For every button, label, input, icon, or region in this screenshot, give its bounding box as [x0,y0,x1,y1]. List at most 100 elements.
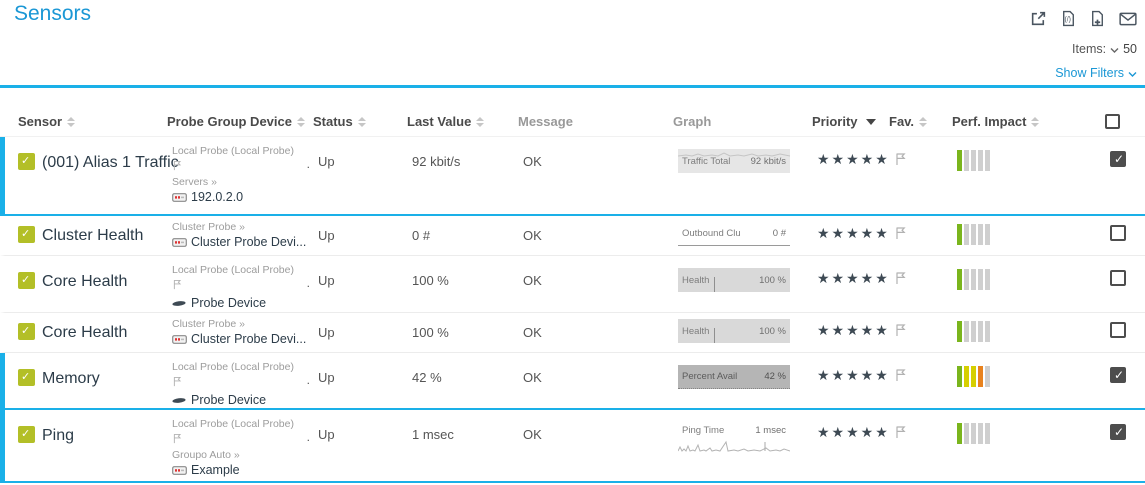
device-link[interactable]: Probe Device [172,394,312,407]
select-all-checkbox[interactable] [1105,114,1120,129]
chevron-down-icon [1128,66,1137,80]
priority-stars[interactable]: ★★★★★ [817,256,894,312]
perf-bar-gray [964,423,969,444]
checkbox-cell [1110,137,1145,214]
row-checkbox[interactable] [1110,322,1126,338]
graph-cell[interactable]: Ping Time 1 msec [678,410,817,481]
xml-export-icon[interactable]: (/) [1061,10,1076,27]
perf-bar-gray [971,423,976,444]
show-filters-toggle[interactable]: Show Filters [1055,66,1137,80]
sort-desc-icon [866,119,876,125]
priority-stars[interactable]: ★★★★★ [817,353,894,408]
perf-bar-orange [978,366,983,387]
favorite-flag-icon[interactable] [894,137,957,214]
perf-impact-bars [957,216,1110,255]
probe-name[interactable]: Local Probe (Local Probe) [172,145,312,158]
perf-impact-bars [957,410,1110,481]
sensor-name: (001) Alias 1 Traffic [42,153,179,172]
sensor-cell[interactable]: Core Health [5,256,172,312]
column-header-fav[interactable]: Fav. [889,114,952,129]
sensor-graph: Ping Time 1 msec [678,422,790,452]
column-label: Last Value [407,114,471,129]
priority-stars[interactable]: ★★★★★ [817,410,894,481]
sensor-graph: Percent Avail 42 % [678,365,790,389]
device-link[interactable]: Example [172,464,312,477]
table-row: Memory Local Probe (Local Probe) . Probe… [0,353,1145,410]
favorite-flag-icon[interactable] [894,353,957,408]
perf-bar-yellow [971,366,976,387]
sensor-cell[interactable]: Ping [5,410,172,481]
last-value-cell: 92 kbit/s [412,137,523,214]
row-checkbox[interactable] [1110,367,1126,383]
probe-name[interactable]: Local Probe (Local Probe) [172,264,312,277]
last-value-cell: 100 % [412,256,523,312]
column-header-message: Message [518,114,673,129]
column-label: Probe Group Device [167,114,292,129]
row-checkbox[interactable] [1110,424,1126,440]
graph-cell[interactable]: Outbound Clu 0 # [678,216,817,255]
perf-bar-gray [985,224,990,245]
group-name[interactable]: Groupo Auto » [172,449,312,462]
probe-suffix: . [307,158,310,171]
probe-name[interactable]: Local Probe (Local Probe) [172,361,312,374]
probe-group-device-cell: Local Probe (Local Probe) . Probe Device [172,353,318,408]
row-checkbox[interactable] [1110,151,1126,167]
perf-bar-green [957,150,962,171]
device-link[interactable]: Cluster Probe Devi... [172,236,312,249]
device-link[interactable]: 192.0.2.0 [172,191,312,204]
table-row: Core Health Cluster Probe » Cluster Prob… [0,313,1145,353]
status-cell: Up [318,137,412,214]
device-link[interactable]: Cluster Probe Devi... [172,333,312,346]
graph-cell[interactable]: Health 100 % [678,313,817,352]
column-header-perf-impact[interactable]: Perf. Impact [952,114,1105,129]
device-link[interactable]: Probe Device [172,297,312,310]
sensor-cell[interactable]: (001) Alias 1 Traffic [5,137,172,214]
table-row: Ping Local Probe (Local Probe) . Groupo … [0,410,1145,483]
column-header-sensor[interactable]: Sensor [0,114,167,129]
graph-cell[interactable]: Percent Avail 42 % [678,353,817,408]
device-icon [172,466,187,475]
message-cell: OK [523,410,678,481]
favorite-flag-icon[interactable] [894,410,957,481]
group-name[interactable]: Cluster Probe » [172,318,312,331]
last-value-cell: 100 % [412,313,523,352]
message-cell: OK [523,256,678,312]
group-name[interactable]: Cluster Probe » [172,221,312,234]
perf-bar-gray [971,269,976,290]
add-report-icon[interactable] [1090,10,1105,27]
perf-bar-gray [978,269,983,290]
column-header-last-value[interactable]: Last Value [407,114,518,129]
email-icon[interactable] [1119,12,1137,26]
perf-bar-gray [985,150,990,171]
column-header-priority[interactable]: Priority [812,114,889,129]
sensor-name: Cluster Health [42,226,143,245]
graph-label: Outbound Clu [682,228,741,239]
probe-name[interactable]: Local Probe (Local Probe) [172,418,312,431]
favorite-flag-icon[interactable] [894,256,957,312]
graph-cell[interactable]: Traffic Total 92 kbit/s [678,137,817,214]
priority-stars[interactable]: ★★★★★ [817,137,894,214]
priority-stars[interactable]: ★★★★★ [817,216,894,255]
items-per-page[interactable]: Items: 50 [1072,42,1137,56]
favorite-flag-icon[interactable] [894,216,957,255]
sensor-graph: Health 100 % [678,319,790,343]
last-value-cell: 1 msec [412,410,523,481]
sensor-cell[interactable]: Cluster Health [5,216,172,255]
favorite-flag-icon[interactable] [894,313,957,352]
status-cell: Up [318,313,412,352]
perf-bar-green [957,423,962,444]
priority-stars[interactable]: ★★★★★ [817,313,894,352]
column-header-status[interactable]: Status [313,114,407,129]
row-checkbox[interactable] [1110,225,1126,241]
open-in-new-window-icon[interactable] [1030,10,1047,27]
sensor-status-up-icon [18,323,35,340]
page-header: Sensors (/) Items: 50 Show Filters [0,0,1145,88]
group-name[interactable]: Servers » [172,176,312,189]
sensor-cell[interactable]: Memory [5,353,172,408]
sensor-cell[interactable]: Core Health [5,313,172,352]
column-header-probe-group-device[interactable]: Probe Group Device [167,114,313,129]
show-filters-label: Show Filters [1055,66,1124,80]
graph-cell[interactable]: Health 100 % [678,256,817,312]
row-checkbox[interactable] [1110,270,1126,286]
graph-value: 92 kbit/s [751,156,786,167]
